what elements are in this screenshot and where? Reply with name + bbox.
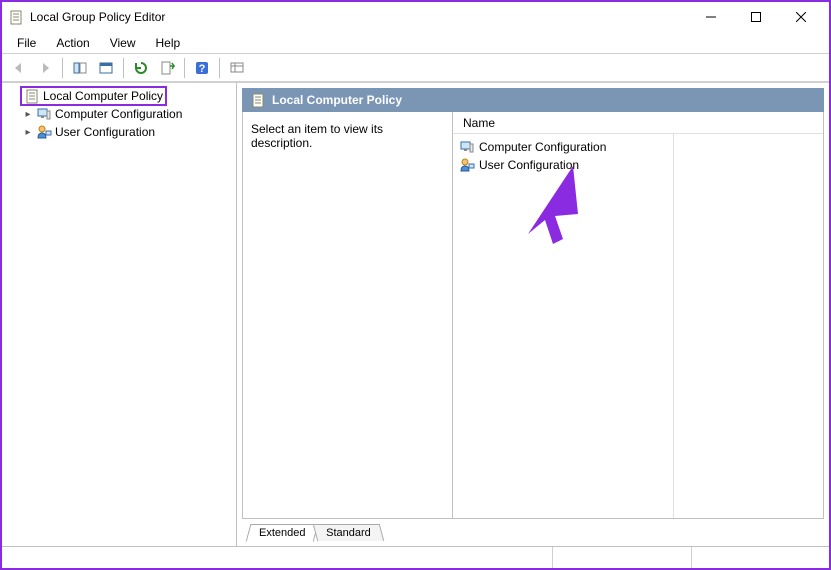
- titlebar[interactable]: Local Group Policy Editor: [2, 2, 829, 32]
- tree-item-computer-configuration[interactable]: ▸ Computer Configuration: [4, 105, 234, 123]
- properties-button[interactable]: [94, 56, 118, 80]
- window: Local Group Policy Editor File Action Vi…: [0, 0, 831, 570]
- description-column: Select an item to view its description.: [243, 112, 453, 518]
- column-divider[interactable]: [673, 134, 674, 518]
- forward-button[interactable]: [33, 56, 57, 80]
- tree-label: User Configuration: [55, 125, 155, 139]
- menu-file[interactable]: File: [7, 34, 46, 52]
- list-item-computer-configuration[interactable]: Computer Configuration: [459, 138, 817, 156]
- content-area: Local Computer Policy ▸ Computer Configu…: [2, 82, 829, 546]
- menu-help[interactable]: Help: [146, 34, 191, 52]
- window-title: Local Group Policy Editor: [30, 10, 688, 24]
- menu-action[interactable]: Action: [46, 34, 99, 52]
- maximize-button[interactable]: [733, 3, 778, 31]
- app-icon: [8, 9, 24, 25]
- help-button[interactable]: [190, 56, 214, 80]
- status-segment: [553, 547, 692, 568]
- user-icon: [459, 157, 475, 173]
- toolbar-separator: [219, 58, 220, 78]
- tabs-row: Extended Standard: [242, 519, 824, 541]
- close-button[interactable]: [778, 3, 823, 31]
- content-header: Local Computer Policy: [242, 88, 824, 112]
- filter-button[interactable]: [225, 56, 249, 80]
- tab-standard[interactable]: Standard: [313, 524, 384, 541]
- policy-icon: [24, 88, 40, 104]
- menu-view[interactable]: View: [100, 34, 146, 52]
- tree-expander[interactable]: ▸: [20, 127, 36, 138]
- column-header-name: Name: [463, 116, 495, 130]
- tree-root-local-computer-policy[interactable]: Local Computer Policy: [4, 87, 234, 105]
- computer-icon: [459, 139, 475, 155]
- show-tree-button[interactable]: [68, 56, 92, 80]
- list-column-header[interactable]: Name: [453, 112, 823, 134]
- toolbar: [2, 54, 829, 82]
- policy-icon: [250, 92, 266, 108]
- main-pane: Local Computer Policy Select an item to …: [237, 83, 829, 546]
- tree-item-user-configuration[interactable]: ▸ User Configuration: [4, 123, 234, 141]
- user-icon: [36, 124, 52, 140]
- refresh-button[interactable]: [129, 56, 153, 80]
- tab-extended[interactable]: Extended: [246, 524, 319, 542]
- list-item-user-configuration[interactable]: User Configuration: [459, 156, 817, 174]
- tree-pane[interactable]: Local Computer Policy ▸ Computer Configu…: [2, 83, 237, 546]
- export-button[interactable]: [155, 56, 179, 80]
- tree-expander[interactable]: ▸: [20, 109, 36, 120]
- content-body: Select an item to view its description. …: [242, 112, 824, 519]
- status-segment: [692, 547, 830, 568]
- list-body[interactable]: Computer Configuration User Configuratio…: [453, 134, 823, 518]
- tree-label: Local Computer Policy: [43, 89, 163, 103]
- description-text: Select an item to view its description.: [251, 122, 383, 150]
- tree-label: Computer Configuration: [55, 107, 182, 121]
- status-segment: [2, 547, 553, 568]
- minimize-button[interactable]: [688, 3, 733, 31]
- toolbar-separator: [123, 58, 124, 78]
- content-header-title: Local Computer Policy: [272, 93, 402, 107]
- menubar: File Action View Help: [2, 32, 829, 54]
- toolbar-separator: [62, 58, 63, 78]
- statusbar: [2, 546, 829, 568]
- list-column: Name Computer Configuration User Configu…: [453, 112, 823, 518]
- computer-icon: [36, 106, 52, 122]
- back-button[interactable]: [7, 56, 31, 80]
- toolbar-separator: [184, 58, 185, 78]
- list-item-label: User Configuration: [479, 158, 579, 172]
- list-item-label: Computer Configuration: [479, 140, 606, 154]
